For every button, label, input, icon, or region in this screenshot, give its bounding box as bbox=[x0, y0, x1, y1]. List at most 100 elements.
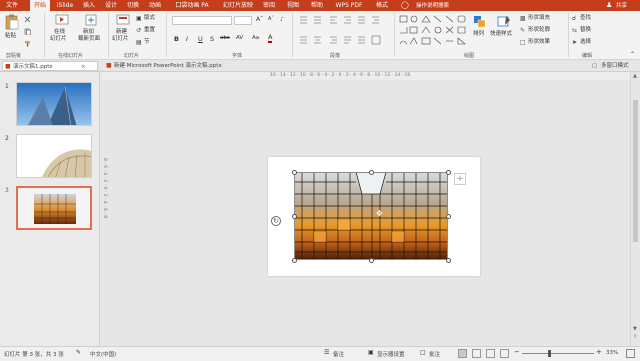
language-status[interactable]: 中文(中国) bbox=[90, 350, 116, 358]
shapes-gallery-icon[interactable] bbox=[398, 14, 468, 50]
tab-pocket-animation[interactable]: 口袋动画 PA bbox=[170, 0, 214, 11]
section-button[interactable]: ▤ 节 bbox=[136, 39, 166, 47]
resize-handle-bottom-left[interactable] bbox=[291, 257, 297, 263]
tab-format[interactable]: 格式 bbox=[372, 0, 392, 11]
separator bbox=[44, 13, 45, 57]
separator bbox=[394, 13, 395, 57]
resize-handle-bottom[interactable] bbox=[368, 257, 374, 263]
copy-icon[interactable] bbox=[24, 28, 31, 35]
spell-check-icon[interactable]: ✎ bbox=[76, 349, 81, 356]
select-label: 选择 bbox=[580, 39, 592, 45]
tab-help[interactable]: 帮助 bbox=[308, 0, 326, 11]
current-slide[interactable]: ↻ ✥ + bbox=[268, 157, 480, 276]
reading-view-icon[interactable] bbox=[486, 349, 495, 358]
shape-effect-button[interactable]: □ 形状效果 bbox=[520, 39, 562, 47]
scroll-down-icon[interactable]: ▼ bbox=[633, 326, 637, 332]
zoom-level[interactable]: 33% bbox=[606, 350, 618, 356]
zoom-out-icon[interactable]: − bbox=[514, 348, 520, 356]
search-box[interactable]: ◯ 操作说明搜索 bbox=[400, 1, 470, 10]
tab-transitions[interactable]: 切换 bbox=[124, 0, 142, 11]
shadow-button[interactable]: S bbox=[210, 35, 214, 43]
rotate-handle-icon[interactable]: ↻ bbox=[271, 216, 281, 226]
tab-wps-pdf[interactable]: WPS PDF bbox=[332, 0, 366, 11]
slide-thumbnail-1[interactable] bbox=[16, 82, 92, 126]
zoom-slider-thumb[interactable] bbox=[548, 350, 551, 357]
tab-animations[interactable]: 动画 bbox=[146, 0, 164, 11]
arrange-button[interactable]: 排列 bbox=[472, 15, 488, 49]
cut-icon[interactable] bbox=[24, 16, 31, 23]
paint-bucket-icon: ▩ bbox=[520, 15, 526, 22]
fit-to-window-icon[interactable] bbox=[626, 349, 635, 358]
slide-thumbnail-3[interactable] bbox=[16, 186, 92, 230]
tab-design[interactable]: 设计 bbox=[102, 0, 120, 11]
tab-home[interactable]: 开始 bbox=[30, 0, 50, 11]
slideshow-view-icon[interactable] bbox=[500, 349, 509, 358]
bold-button[interactable]: B bbox=[174, 35, 179, 43]
tab-slideshow[interactable]: 幻灯片放映 bbox=[220, 0, 256, 11]
zoom-in-icon[interactable]: + bbox=[596, 348, 602, 356]
resize-handle-right[interactable] bbox=[445, 213, 451, 219]
strikethrough-button[interactable]: abc bbox=[220, 35, 230, 41]
tab-islide[interactable]: iSlide bbox=[54, 0, 76, 11]
italic-button[interactable]: I bbox=[186, 35, 188, 43]
comments-label: 批注 bbox=[429, 352, 441, 358]
horizontal-ruler: 16 · 14 · 12 · 10 · 8 · 6 · 4 · 2 · 0 · … bbox=[101, 72, 630, 80]
doc-tab-1[interactable]: ■ 演示文稿1.pptx × bbox=[2, 61, 98, 71]
layout-options-icon[interactable]: + bbox=[454, 173, 466, 185]
font-family-select[interactable] bbox=[172, 16, 232, 25]
new-slide-label-2: 幻灯片 bbox=[112, 36, 129, 42]
tab-file[interactable]: 文件 bbox=[2, 0, 22, 11]
paste-button[interactable]: 粘贴 bbox=[4, 14, 20, 46]
collapse-ribbon-icon[interactable]: ⌃ bbox=[630, 51, 635, 58]
format-painter-icon[interactable] bbox=[24, 40, 31, 47]
separator bbox=[166, 13, 167, 57]
slide-number: 3 bbox=[5, 187, 9, 194]
prev-slide-icon[interactable]: ⇧ bbox=[633, 334, 637, 340]
char-spacing-button[interactable]: AV bbox=[236, 35, 243, 41]
notes-label: 备注 bbox=[333, 352, 345, 358]
close-icon[interactable]: × bbox=[81, 62, 86, 72]
layout-button[interactable]: ▣ 版式 bbox=[136, 15, 166, 23]
layout-label: 版式 bbox=[144, 15, 156, 21]
comments-button[interactable]: □ 批注 bbox=[420, 349, 450, 359]
slide-thumbnail-2[interactable] bbox=[16, 134, 92, 178]
find-button[interactable]: ☌ 查找 bbox=[572, 15, 612, 23]
shape-fill-button[interactable]: ▩ 形状填充 bbox=[520, 15, 562, 23]
change-case-button[interactable]: Aa bbox=[252, 35, 259, 41]
reset-button[interactable]: ↺ 重置 bbox=[136, 27, 166, 35]
tab-review[interactable]: 审阅 bbox=[260, 0, 278, 11]
paragraph-controls-icon[interactable] bbox=[298, 15, 388, 49]
font-size-select[interactable] bbox=[234, 16, 252, 25]
tab-insert[interactable]: 插入 bbox=[80, 0, 98, 11]
clear-format-icon[interactable]: ♪ bbox=[280, 16, 284, 23]
doc-tab-2[interactable]: ■ 新建 Microsoft PowerPoint 演示文稿.pptx bbox=[104, 61, 244, 71]
online-play-button[interactable]: 在线 幻灯片 bbox=[50, 14, 74, 50]
quick-styles-button[interactable]: 快速样式 bbox=[490, 15, 518, 49]
slide-sorter-icon[interactable] bbox=[472, 349, 481, 358]
tab-view[interactable]: 视图 bbox=[284, 0, 302, 11]
slide-info: 幻灯片 第 3 张，共 3 张 bbox=[4, 352, 64, 358]
online-add-page-button[interactable]: 新加 载新页面 bbox=[78, 14, 104, 50]
vertical-scrollbar[interactable]: ▲ ▼ ⇧ bbox=[630, 72, 640, 346]
font-color-button[interactable]: A bbox=[268, 34, 273, 43]
zoom-slider[interactable] bbox=[522, 353, 594, 354]
scrollbar-thumb[interactable] bbox=[633, 100, 638, 242]
share-button[interactable]: ♟ 共享 bbox=[606, 1, 636, 10]
resize-handle-top[interactable] bbox=[368, 169, 374, 175]
notes-button[interactable]: ☰ 备注 bbox=[324, 349, 358, 359]
new-slide-button[interactable]: 新建 幻灯片 bbox=[112, 14, 134, 50]
shape-outline-button[interactable]: ✎ 形状轮廓 bbox=[520, 27, 562, 35]
scroll-up-icon[interactable]: ▲ bbox=[633, 73, 637, 79]
resize-handle-top-right[interactable] bbox=[445, 169, 451, 175]
underline-button[interactable]: U bbox=[198, 35, 203, 43]
resize-handle-top-left[interactable] bbox=[291, 169, 297, 175]
grow-font-icon[interactable]: Aˆ bbox=[256, 16, 263, 23]
resize-handle-left[interactable] bbox=[291, 213, 297, 219]
display-settings-button[interactable]: ▣ 显示器设置 bbox=[368, 349, 416, 359]
normal-view-icon[interactable] bbox=[458, 349, 467, 358]
shrink-font-icon[interactable]: Aˇ bbox=[268, 16, 274, 22]
select-button[interactable]: ➤ 选择 bbox=[572, 39, 612, 47]
multi-window-button[interactable]: ▢ 多窗口模式 bbox=[592, 61, 638, 71]
replace-button[interactable]: ⇆ 替换 bbox=[572, 27, 612, 35]
resize-handle-bottom-right[interactable] bbox=[445, 257, 451, 263]
